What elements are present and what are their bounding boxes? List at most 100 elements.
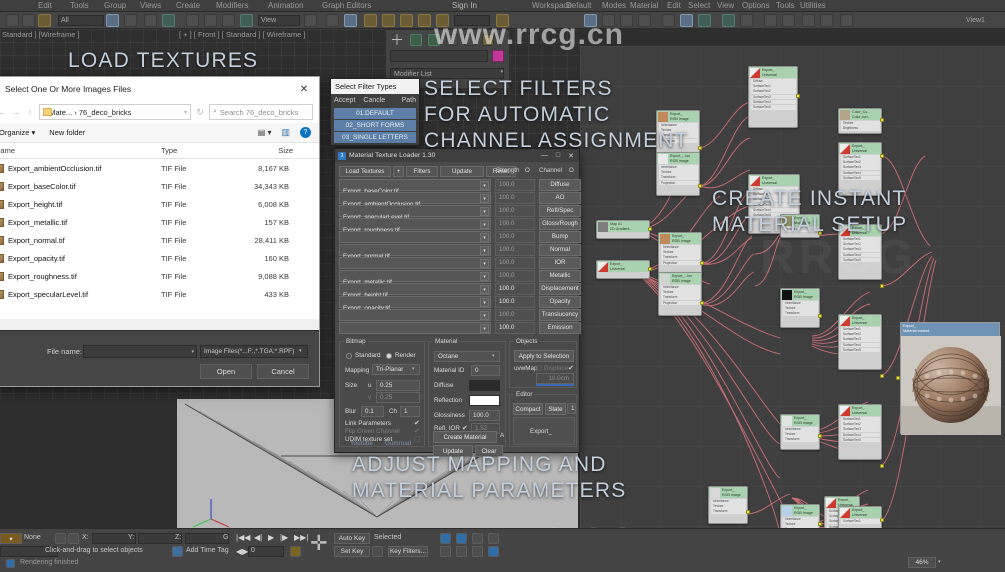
node-material-preview[interactable]: Export_ Material Instant: [900, 322, 1001, 435]
menu-bar[interactable]: Edit Tools Group Views Create Modifiers …: [0, 0, 1005, 12]
filter-item-default[interactable]: 01.DEFAULT: [334, 108, 416, 119]
texture-slot[interactable]: Export_ambientOcclusion.tif▾: [339, 192, 491, 208]
channel-button[interactable]: Refl/Spec: [539, 205, 581, 217]
chevron-down-icon[interactable]: ▾: [480, 285, 489, 294]
menu-item-edit[interactable]: Edit: [38, 0, 52, 12]
select-images-dialog[interactable]: Select One Or More Images Files ✕ ← → ↑ …: [0, 76, 320, 387]
channel-button[interactable]: Opacity: [539, 296, 581, 308]
node-port[interactable]: [880, 118, 884, 122]
chevron-down-icon[interactable]: ▾: [480, 220, 489, 229]
filter-item-short-forms[interactable]: 02_SHORT FORMS: [334, 120, 416, 131]
node-port[interactable]: [796, 94, 800, 98]
named-sets-icon[interactable]: [326, 14, 339, 27]
render-radio[interactable]: [386, 353, 392, 359]
sme-nav-icon[interactable]: [764, 14, 777, 27]
sme-props-icon[interactable]: [820, 14, 833, 27]
texture-slot[interactable]: Export_baseColor.tif▾: [339, 179, 491, 195]
add-slot-button[interactable]: +: [393, 166, 404, 177]
zoom-level-display[interactable]: 46%: [908, 557, 936, 568]
sme-zero-icon[interactable]: [740, 14, 753, 27]
texture-slot[interactable]: Export_specularLevel.tif▾: [339, 205, 491, 221]
filters-button[interactable]: Filters: [406, 166, 438, 177]
sme-lister-icon[interactable]: [782, 14, 795, 27]
node-rgb-image[interactable]: Export_...ion RGB Image Inheritance Text…: [656, 152, 700, 196]
chevron-down-icon[interactable]: ▾: [480, 207, 489, 216]
play-icon[interactable]: ▶: [268, 533, 274, 542]
table-row[interactable]: Export_ambientOcclusion.tif TIF File 8,1…: [0, 159, 319, 177]
add-time-tag-icon[interactable]: [172, 546, 183, 557]
table-row[interactable]: Export_roughness.tif TIF File 9,088 KB: [0, 267, 319, 285]
rect-select-icon[interactable]: [144, 14, 157, 27]
node-universal[interactable]: Export_ Universal Diffuse SurfaceTex1 Su…: [748, 66, 798, 128]
angle-snap-icon[interactable]: [418, 14, 431, 27]
select-link-icon[interactable]: [38, 14, 51, 27]
engine-caret-icon[interactable]: ▾: [492, 353, 503, 359]
node-rgb-image[interactable]: Export_...ion RGB Image Inheritance Text…: [658, 272, 702, 316]
standard-radio[interactable]: [346, 353, 352, 359]
column-header-type[interactable]: Type: [161, 146, 223, 155]
close-icon[interactable]: ✕: [293, 81, 315, 97]
time-config-icon[interactable]: [290, 546, 301, 557]
node-rgb-image[interactable]: Export_ RGB Image Inheritance Texture Tr…: [780, 414, 820, 450]
youtube-link[interactable]: Youtube: [350, 440, 373, 447]
texture-slot[interactable]: Export_metallic.tif▾: [339, 270, 491, 286]
curve-editor-icon[interactable]: [436, 14, 449, 27]
menu-item-group[interactable]: Group: [104, 0, 126, 12]
material-id-field[interactable]: 0: [471, 365, 500, 376]
sme-reset-icon[interactable]: [638, 14, 651, 27]
material-editor-icon[interactable]: [496, 14, 509, 27]
update-button[interactable]: Update: [440, 166, 484, 177]
auto-key-button[interactable]: Auto Key: [334, 533, 370, 544]
column-header-size[interactable]: Size: [223, 146, 293, 155]
mirror-icon[interactable]: [344, 14, 357, 27]
sme-menu-utilities[interactable]: Utilities: [800, 0, 826, 12]
texture-slot[interactable]: Export_opacity.tif▾: [339, 296, 491, 312]
strength-field[interactable]: 100.0: [495, 283, 535, 295]
key-tangent-icon[interactable]: [372, 546, 383, 557]
strength-field[interactable]: 100.0: [495, 309, 535, 321]
pan-icon[interactable]: [440, 533, 451, 544]
link-parameters-checkbox[interactable]: ✔: [414, 419, 420, 427]
rotate-icon[interactable]: [204, 14, 217, 27]
signin-label[interactable]: Sign In: [452, 0, 477, 12]
uvwmap-checkbox[interactable]: ▢: [536, 364, 543, 372]
node-universal[interactable]: Export_ Universal SurfaceTex1 SurfaceTex…: [838, 404, 882, 460]
node-port[interactable]: [880, 518, 884, 522]
mtl-toolbar[interactable]: Load Textures + Filters Update Reset: [339, 166, 516, 177]
apply-to-selection-button[interactable]: Apply to Selection: [514, 350, 574, 362]
size-u-field[interactable]: 0.25: [376, 380, 420, 391]
maximize-toggle-icon[interactable]: [488, 546, 499, 557]
sme-assign-icon[interactable]: [620, 14, 633, 27]
chevron-down-icon[interactable]: ▾: [480, 233, 489, 242]
node-port[interactable]: [700, 261, 704, 265]
previous-frame-icon[interactable]: ◀|: [254, 533, 262, 542]
node-port[interactable]: [818, 314, 822, 318]
cancel-button[interactable]: Cancle: [363, 97, 385, 104]
node-port[interactable]: [896, 376, 900, 380]
texture-slot[interactable]: ▾: [339, 309, 491, 321]
texture-row[interactable]: ▾ 100.0 Emission: [339, 322, 581, 334]
sme-lock-icon[interactable]: [950, 557, 959, 566]
sme-home-icon[interactable]: [986, 557, 995, 566]
table-row[interactable]: Export_metallic.tif TIF File 157 KB: [0, 213, 319, 231]
table-row[interactable]: Export_normal.tif TIF File 28,411 KB: [0, 231, 319, 249]
texture-slot[interactable]: Export_normal.tif▾: [339, 244, 491, 260]
toolbar-search-field[interactable]: [454, 15, 490, 26]
column-header-name[interactable]: Name: [0, 146, 161, 155]
node-port[interactable]: [698, 146, 702, 150]
field-of-view-icon[interactable]: [456, 546, 467, 557]
node-universal[interactable]: Export_ Universal SurfaceTex1: [838, 506, 882, 528]
filter-item-single-letters[interactable]: 03_SINGLE LETTERS: [334, 132, 416, 143]
texture-row[interactable]: Export_opacity.tif▾ 100.0 Opacity: [339, 296, 581, 312]
strength-field[interactable]: 100.0: [495, 244, 535, 256]
strength-field[interactable]: 100.0: [495, 205, 535, 217]
window-crossing-icon[interactable]: [162, 14, 175, 27]
placement-icon[interactable]: [240, 14, 253, 27]
pivot-icon[interactable]: [304, 14, 317, 27]
sme-menu-edit[interactable]: Edit: [667, 0, 681, 12]
chevron-down-icon[interactable]: ▾: [480, 298, 489, 307]
sme-menu-view[interactable]: View: [717, 0, 734, 12]
node-port[interactable]: [746, 510, 750, 514]
help-icon[interactable]: ?: [300, 127, 311, 138]
search-input[interactable]: ⌕ Search 76_deco_bricks: [209, 104, 313, 120]
